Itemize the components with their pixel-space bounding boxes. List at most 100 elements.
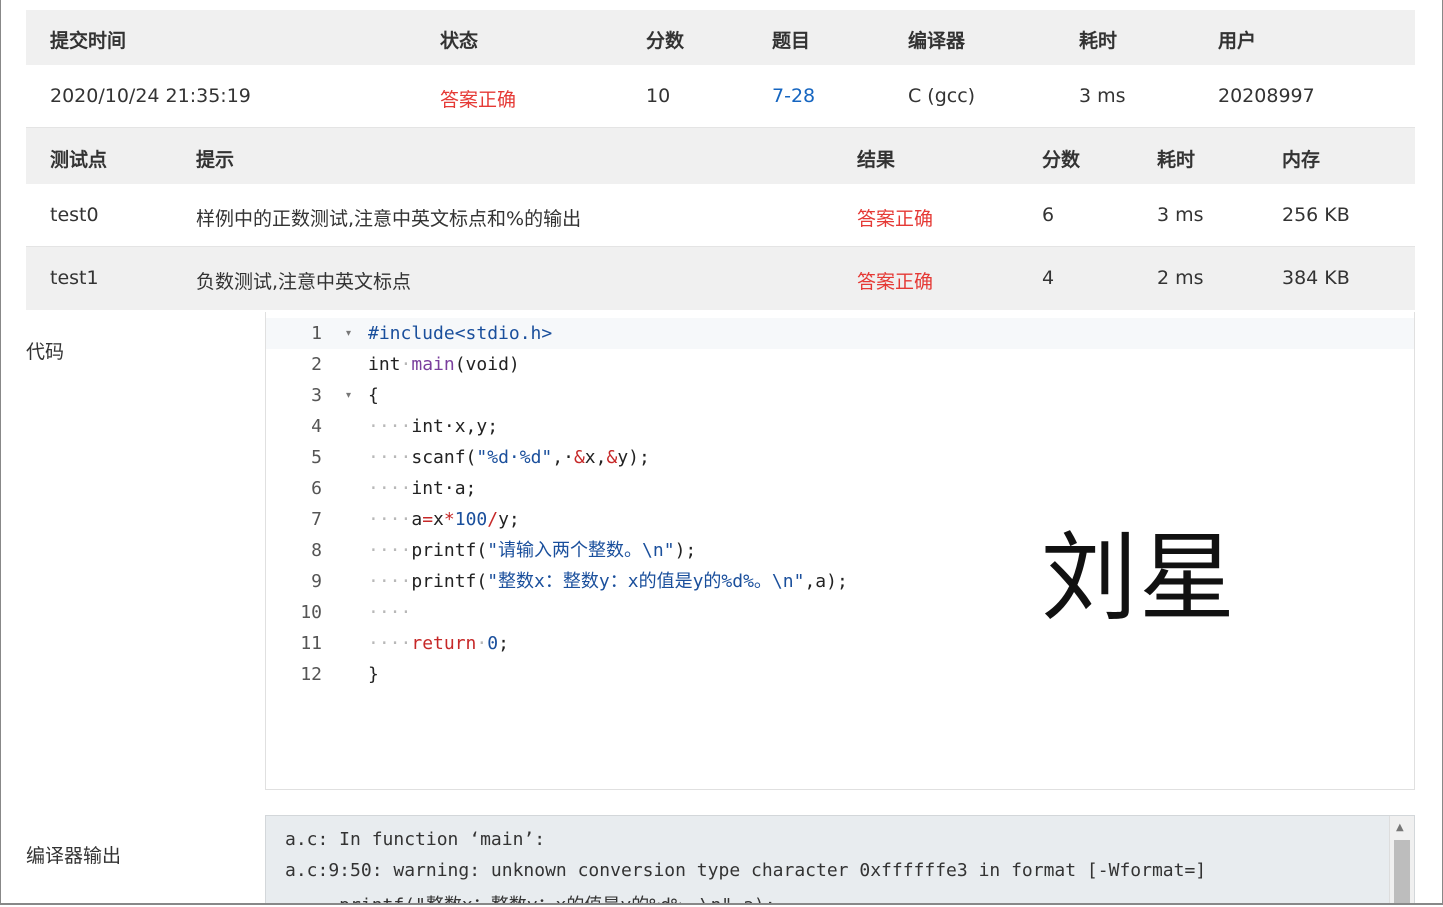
code-line: 12 }: [266, 659, 1414, 690]
code-token: ·: [400, 354, 412, 375]
compiler-output-box[interactable]: a.c: In function ‘main’: a.c:9:50: warni…: [265, 815, 1415, 903]
code-line: 5 ····scanf("%d·%d",·&x,&y);: [266, 442, 1414, 473]
line-number: 6: [311, 478, 322, 499]
code-line: 7 ····a=x*100/y;: [266, 504, 1414, 535]
code-token: x: [433, 509, 444, 530]
code-token: ····: [368, 633, 412, 654]
output-scrollbar[interactable]: ▲: [1389, 816, 1414, 903]
code-text: ····int·a;: [368, 473, 476, 504]
code-text: {: [368, 385, 379, 406]
code-token: *: [443, 509, 455, 530]
code-line: 3 ▾ {: [266, 380, 1414, 411]
line-number: 5: [311, 447, 322, 468]
col-score: 分数: [646, 30, 685, 52]
submission-detail-page: 提交时间 状态 分数 题目 编译器 耗时 用户 2020/10/24 21:35…: [0, 0, 1443, 905]
score-value: 10: [646, 85, 671, 107]
output-line: a.c: In function ‘main’:: [285, 829, 546, 850]
code-token: int: [368, 354, 401, 375]
col-compiler: 编译器: [908, 30, 966, 52]
code-text: ····printf("请输入两个整数。\n");: [368, 535, 696, 566]
test-time: 2 ms: [1157, 267, 1204, 289]
col-memory: 内存: [1282, 149, 1321, 171]
code-token: main: [411, 354, 455, 375]
col-test-point: 测试点: [50, 149, 108, 171]
output-line: a.c:9:50: warning: unknown conversion ty…: [285, 860, 1207, 881]
code-token: &: [573, 447, 585, 468]
code-line: 2 int·main(void): [266, 349, 1414, 380]
code-token: scanf(: [411, 447, 477, 468]
test-name: test1: [50, 267, 99, 289]
code-label: 代码: [26, 341, 65, 363]
code-text: #include<stdio.h>: [368, 323, 553, 344]
code-token: ····: [368, 416, 412, 437]
code-text: int·main(void): [368, 349, 520, 380]
col-user: 用户: [1218, 30, 1257, 52]
table-row: test0 样例中的正数测试,注意中英文标点和%的输出 答案正确 6 3 ms …: [26, 184, 1415, 247]
code-line: 9 ····printf("整数x：整数y：x的值是y的%d%。\n",a);: [266, 566, 1414, 597]
code-token: int·x,y;: [411, 416, 499, 437]
table-row: test1 负数测试,注意中英文标点 答案正确 4 2 ms 384 KB: [26, 247, 1415, 310]
code-token: (void): [454, 354, 520, 375]
scroll-thumb[interactable]: [1394, 840, 1410, 903]
test-memory: 384 KB: [1282, 267, 1350, 289]
line-number: 11: [300, 633, 322, 654]
col-test-time: 耗时: [1157, 149, 1196, 171]
line-number: 2: [311, 354, 322, 375]
code-line: 11 ····return·0;: [266, 628, 1414, 659]
output-line: printf("整数x：整数y：x的值是y的%d%。\n",a);: [285, 891, 775, 903]
user-value: 20208997: [1218, 85, 1315, 107]
problem-link[interactable]: 7-28: [772, 85, 815, 107]
col-elapsed: 耗时: [1079, 30, 1118, 52]
scroll-up-arrow-icon[interactable]: ▲: [1396, 822, 1404, 833]
compiler-value: C (gcc): [908, 85, 976, 107]
test-score: 6: [1042, 204, 1055, 226]
code-text: }: [368, 664, 379, 685]
code-token: ;: [498, 633, 509, 654]
code-token: ····: [368, 478, 412, 499]
code-text: ····scanf("%d·%d",·&x,&y);: [368, 442, 650, 473]
col-hint: 提示: [196, 149, 235, 171]
fold-arrow-icon[interactable]: ▾: [346, 380, 351, 411]
code-text: ····printf("整数x：整数y：x的值是y的%d%。\n",a);: [368, 566, 848, 597]
code-token: "%d·%d": [476, 447, 553, 468]
code-token: "整数x：整数y：x的值是y的%d%。\n": [487, 571, 805, 592]
elapsed-value: 3 ms: [1079, 85, 1126, 107]
code-token: a: [411, 509, 423, 530]
fold-arrow-icon[interactable]: ▾: [346, 318, 351, 349]
submission-row: 2020/10/24 21:35:19 答案正确 10 7-28 C (gcc)…: [26, 65, 1415, 128]
code-text: ····int·x,y;: [368, 411, 498, 442]
col-test-score: 分数: [1042, 149, 1081, 171]
code-token: ····: [368, 571, 412, 592]
test-name: test0: [50, 204, 99, 226]
code-token: printf(: [411, 540, 488, 561]
code-token: int·a;: [411, 478, 477, 499]
line-number: 10: [300, 602, 322, 623]
code-token: 100: [454, 509, 488, 530]
code-token: x,: [584, 447, 607, 468]
line-number: 4: [311, 416, 322, 437]
line-number: 7: [311, 509, 322, 530]
col-submit-time: 提交时间: [50, 30, 127, 52]
test-result: 答案正确: [857, 271, 934, 293]
code-token: return: [411, 633, 477, 654]
code-token: 0: [487, 633, 499, 654]
col-status: 状态: [440, 30, 479, 52]
col-result: 结果: [857, 149, 896, 171]
code-token: ····: [368, 509, 412, 530]
code-text: ····return·0;: [368, 628, 509, 659]
submit-time: 2020/10/24 21:35:19: [50, 85, 251, 107]
code-text: ····a=x*100/y;: [368, 504, 520, 535]
name-overlay: 刘星: [1041, 522, 1237, 634]
code-line: 1 ▾ #include<stdio.h>: [266, 318, 1414, 349]
code-editor[interactable]: 1 ▾ #include<stdio.h> 2 int·main(void) 3…: [265, 312, 1415, 790]
line-number: 1: [311, 323, 322, 344]
code-token: ····: [368, 602, 412, 623]
line-number: 9: [311, 571, 322, 592]
code-token: ····: [368, 447, 412, 468]
test-hint: 负数测试,注意中英文标点: [196, 271, 412, 293]
test-hint: 样例中的正数测试,注意中英文标点和%的输出: [196, 208, 582, 230]
test-time: 3 ms: [1157, 204, 1204, 226]
code-token: =: [422, 509, 434, 530]
test-result: 答案正确: [857, 208, 934, 230]
code-line: 8 ····printf("请输入两个整数。\n");: [266, 535, 1414, 566]
